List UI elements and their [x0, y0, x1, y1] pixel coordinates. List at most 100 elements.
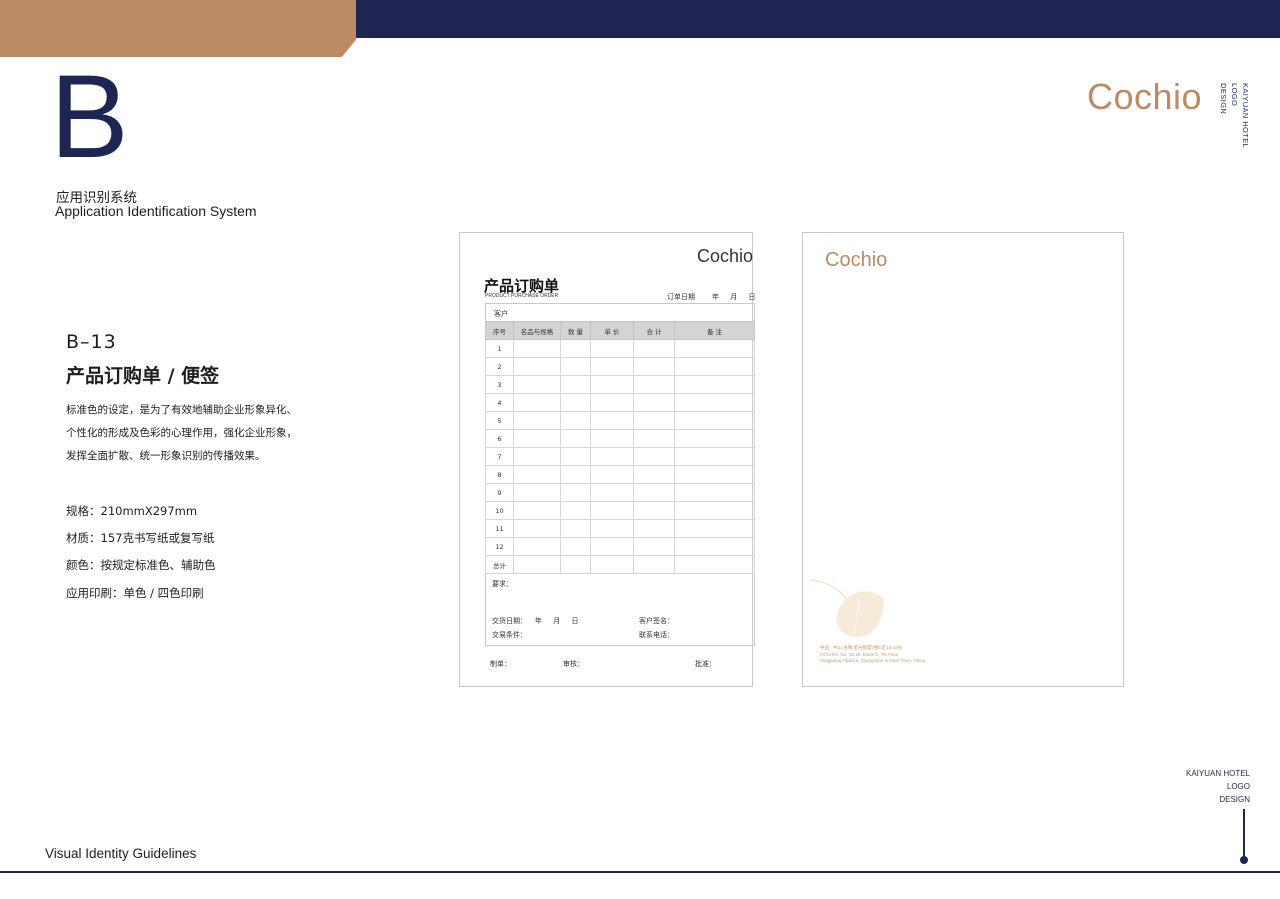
- table-cell: [590, 465, 634, 484]
- description-line: 标准色的设定，是为了有效地辅助企业形象异化、: [66, 404, 297, 416]
- table-cell: [513, 429, 561, 448]
- table-row: 1: [485, 339, 755, 358]
- notepad-logo: Cochio: [825, 249, 888, 271]
- table-cell: [513, 357, 561, 376]
- table-cell: [674, 537, 755, 556]
- ginkgo-leaf-icon: [809, 579, 884, 637]
- table-cell: [633, 447, 675, 466]
- table-cell: [560, 519, 591, 538]
- table-cell: [590, 429, 634, 448]
- table-cell: [560, 465, 591, 484]
- table-cell: [633, 537, 675, 556]
- table-row: 2: [485, 357, 755, 376]
- table-row: 8: [485, 465, 755, 484]
- table-cell: [633, 411, 675, 430]
- table-cell: [513, 483, 561, 502]
- table-cell: [560, 537, 591, 556]
- table-row: 3: [485, 375, 755, 394]
- table-cell: [590, 375, 634, 394]
- table-cell: [674, 375, 755, 394]
- table-cell: [590, 339, 634, 358]
- table-row: 4: [485, 393, 755, 412]
- table-row: 9: [485, 483, 755, 502]
- brand-vertical-line-3: DESIGN: [1219, 83, 1228, 115]
- row-number-cell: 11: [485, 519, 514, 538]
- order-date-units: 年 月 日: [712, 293, 756, 301]
- column-header: 数 量: [560, 321, 591, 340]
- order-form-subtitle: PRODUCT PURCHASE ORDER: [485, 293, 559, 299]
- table-cell: [633, 429, 675, 448]
- order-form-logo: Cochio: [697, 246, 754, 266]
- description-line: 个性化的形成及色彩的心理作用，强化企业形象，: [66, 427, 297, 439]
- table-cell: [560, 429, 591, 448]
- table-row: 总计: [485, 555, 755, 574]
- row-number-cell: 10: [485, 501, 514, 520]
- table-row: 5: [485, 411, 755, 430]
- corner-line-1: KAIYUAN HOTEL: [1185, 769, 1250, 778]
- table-cell: [590, 537, 634, 556]
- table-cell: [590, 411, 634, 430]
- item-description: 标准色的设定，是为了有效地辅助企业形象异化、 个性化的形成及色彩的心理作用，强化…: [66, 399, 306, 468]
- spec-material: 材质：157克书写纸或复写纸: [66, 531, 215, 545]
- table-cell: [513, 465, 561, 484]
- section-title-en: Application Identification System: [55, 203, 257, 219]
- reviewed-label: 审核：: [563, 660, 584, 668]
- table-cell: [633, 393, 675, 412]
- table-cell: [633, 375, 675, 394]
- brand-logo: Cochio: [1087, 76, 1203, 117]
- corner-vertical-line: [1243, 809, 1245, 859]
- item-code: B–13: [66, 331, 117, 353]
- table-cell: [590, 393, 634, 412]
- table-row: 11: [485, 519, 755, 538]
- table-cell: [590, 357, 634, 376]
- table-cell: [560, 375, 591, 394]
- table-cell: [590, 447, 634, 466]
- notepad-address-line: COCHIO, No. 15-19, Block C, 7th Floor: [820, 652, 899, 657]
- table-cell: [674, 501, 755, 520]
- approved-label: 批准：: [695, 660, 716, 668]
- table-cell: [513, 393, 561, 412]
- row-number-cell: 6: [485, 429, 514, 448]
- row-number-cell: 9: [485, 483, 514, 502]
- table-cell: [633, 357, 675, 376]
- corner-line-3: DESIGN: [1219, 795, 1250, 804]
- table-cell: [674, 447, 755, 466]
- table-row: 7: [485, 447, 755, 466]
- table-cell: [590, 555, 634, 574]
- table-cell: [674, 357, 755, 376]
- row-number-cell: 3: [485, 375, 514, 394]
- table-cell: [513, 501, 561, 520]
- table-cell: [513, 537, 561, 556]
- footer-line: [0, 871, 1280, 873]
- spec-printing: 应用印刷：单色 / 四色印刷: [66, 586, 204, 600]
- table-cell: [633, 483, 675, 502]
- section-letter: B: [50, 51, 129, 183]
- table-cell: [674, 393, 755, 412]
- table-cell: [633, 555, 675, 574]
- delivery-date-units: 年 月 日: [535, 617, 579, 625]
- table-cell: [560, 483, 591, 502]
- item-title: 产品订购单 / 便签: [66, 365, 220, 387]
- table-cell: [513, 339, 561, 358]
- table-row: 12: [485, 537, 755, 556]
- brand-vertical-line-1: KAIYUAN HOTEL: [1241, 83, 1250, 149]
- corner-dot: [1240, 856, 1248, 864]
- table-cell: [590, 483, 634, 502]
- table-cell: [633, 501, 675, 520]
- row-number-cell: 总计: [485, 555, 514, 574]
- corner-line-2: LOGO: [1226, 782, 1250, 791]
- notepad-address-line: 中国 · 中山 古镇 星光联盟7楼C区15-19号: [820, 645, 903, 650]
- notepad-address-line: Xingguang Alliance, Zhongshan Ancient To…: [820, 658, 926, 663]
- column-header: 单 价: [590, 321, 634, 340]
- column-header: 序号: [485, 321, 514, 340]
- table-cell: [633, 339, 675, 358]
- table-cell: [560, 447, 591, 466]
- table-cell: [633, 519, 675, 538]
- column-header: 名品与规格: [513, 321, 561, 340]
- column-header: 合 计: [633, 321, 675, 340]
- header-navy-bar: [356, 0, 1280, 38]
- table-cell: [674, 483, 755, 502]
- table-cell: [633, 465, 675, 484]
- table-cell: [513, 519, 561, 538]
- table-cell: [674, 339, 755, 358]
